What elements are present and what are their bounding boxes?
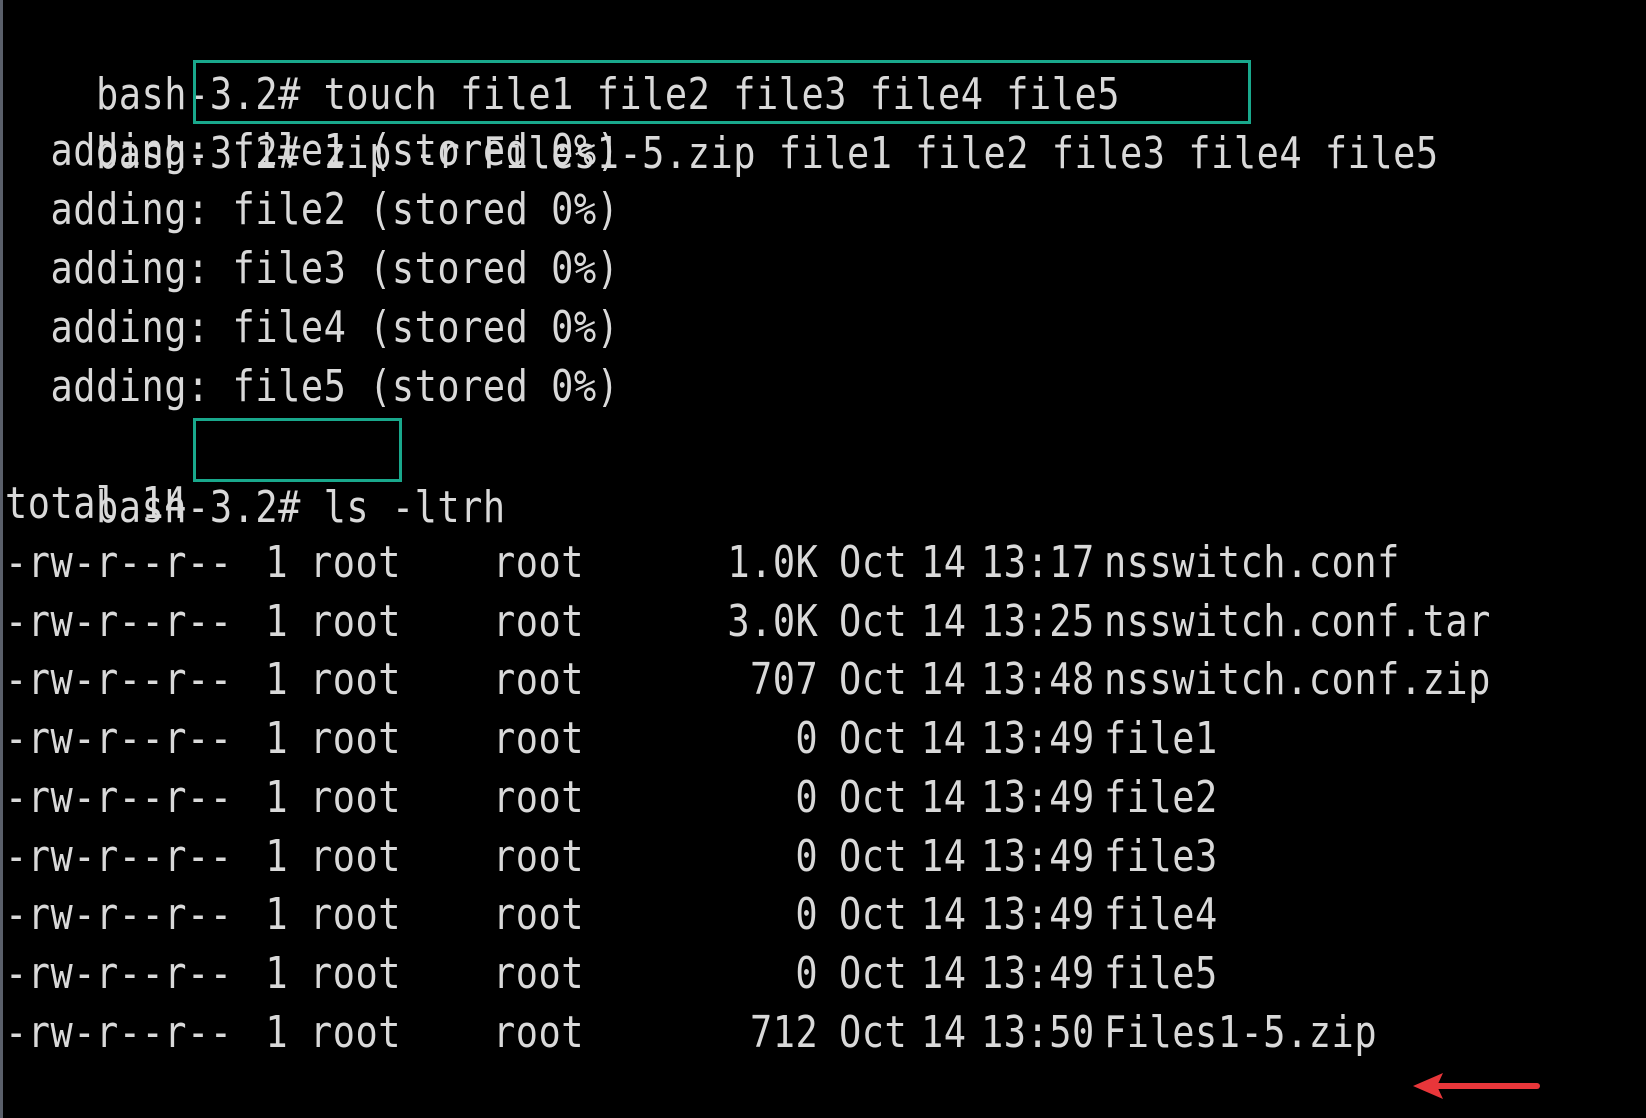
listing-links: 1 — [265, 595, 288, 647]
listing-time: 13:48 — [981, 654, 1095, 706]
listing-owner: root — [310, 830, 402, 882]
listing-owner: root — [310, 654, 402, 706]
zip-output-line: adding: file5 (stored 0%) — [5, 361, 620, 412]
listing-links: 1 — [265, 713, 288, 765]
terminal-window[interactable]: bash-3.2# touch file1 file2 file3 file4 … — [0, 0, 1646, 1118]
listing-day: 14 — [921, 595, 967, 647]
listing-group: root — [493, 713, 585, 765]
listing-perms: -rw-r--r-- — [5, 1006, 233, 1058]
listing-month: Oct — [839, 595, 908, 647]
zip-output-line: adding: file2 (stored 0%) — [5, 184, 620, 235]
listing-perms: -rw-r--r-- — [5, 595, 233, 647]
listing-month: Oct — [839, 713, 908, 765]
listing-owner: root — [310, 889, 402, 941]
listing-name: file4 — [1104, 889, 1218, 941]
listing-month: Oct — [839, 947, 908, 999]
listing-time: 13:49 — [981, 830, 1095, 882]
listing-links: 1 — [265, 771, 288, 823]
listing-owner: root — [310, 1006, 402, 1058]
zip-output-line: adding: file3 (stored 0%) — [5, 243, 620, 294]
listing-day: 14 — [921, 771, 967, 823]
listing-size: 3.0K — [726, 595, 818, 647]
listing-name: Files1-5.zip — [1104, 1006, 1378, 1058]
listing-month: Oct — [839, 830, 908, 882]
listing-time: 13:49 — [981, 889, 1095, 941]
listing-time: 13:25 — [981, 595, 1095, 647]
listing-size: 0 — [795, 771, 818, 823]
listing-day: 14 — [921, 654, 967, 706]
listing-day: 14 — [921, 537, 967, 588]
listing-owner: root — [310, 595, 402, 647]
listing-perms: -rw-r--r-- — [5, 713, 233, 765]
listing-links: 1 — [265, 889, 288, 941]
listing-perms: -rw-r--r-- — [5, 947, 233, 999]
listing-month: Oct — [839, 1006, 908, 1058]
listing-month: Oct — [839, 537, 908, 588]
listing-group: root — [493, 1006, 585, 1058]
command-line-touch: bash-3.2# touch file1 file2 file3 file4 … — [5, 2, 1120, 120]
listing-perms: -rw-r--r-- — [5, 830, 233, 882]
zip-output-line: adding: file1 (stored 0%) — [5, 125, 620, 176]
listing-time: 13:49 — [981, 947, 1095, 999]
left-arrow-icon — [1413, 1073, 1540, 1099]
listing-size: 0 — [795, 830, 818, 882]
listing-day: 14 — [921, 713, 967, 765]
listing-group: root — [493, 654, 585, 706]
listing-group: root — [493, 889, 585, 941]
listing-size: 0 — [795, 947, 818, 999]
listing-time: 13:50 — [981, 1006, 1095, 1058]
listing-links: 1 — [265, 537, 288, 588]
listing-owner: root — [310, 947, 402, 999]
listing-links: 1 — [265, 830, 288, 882]
listing-size: 1.0K — [726, 537, 818, 588]
command-text: ls -ltrh — [300, 482, 506, 533]
listing-name: file1 — [1104, 713, 1218, 765]
listing-owner: root — [310, 713, 402, 765]
command-line-ls: bash-3.2# ls -ltrh — [5, 415, 506, 533]
listing-owner: root — [310, 771, 402, 823]
listing-links: 1 — [265, 1006, 288, 1058]
listing-perms: -rw-r--r-- — [5, 771, 233, 823]
listing-name: file3 — [1104, 830, 1218, 882]
listing-time: 13:17 — [981, 537, 1095, 588]
listing-group: root — [493, 947, 585, 999]
listing-month: Oct — [839, 771, 908, 823]
listing-time: 13:49 — [981, 713, 1095, 765]
listing-month: Oct — [839, 889, 908, 941]
listing-size: 712 — [749, 1006, 818, 1058]
listing-size: 0 — [795, 713, 818, 765]
listing-links: 1 — [265, 654, 288, 706]
listing-name: file5 — [1104, 947, 1218, 999]
listing-owner: root — [310, 537, 402, 588]
listing-total: total 14 — [5, 478, 188, 529]
listing-day: 14 — [921, 830, 967, 882]
listing-name: nsswitch.conf.zip — [1104, 654, 1491, 706]
listing-month: Oct — [839, 654, 908, 706]
listing-perms: -rw-r--r-- — [5, 537, 233, 588]
listing-group: root — [493, 771, 585, 823]
listing-name: nsswitch.conf — [1104, 537, 1400, 588]
listing-day: 14 — [921, 889, 967, 941]
listing-links: 1 — [265, 947, 288, 999]
command-line-zip: bash-3.2# zip -r Files1-5.zip file1 file… — [5, 61, 1439, 179]
listing-group: root — [493, 537, 585, 588]
listing-size: 707 — [749, 654, 818, 706]
listing-day: 14 — [921, 1006, 967, 1058]
listing-perms: -rw-r--r-- — [5, 889, 233, 941]
listing-perms: -rw-r--r-- — [5, 654, 233, 706]
listing-name: file2 — [1104, 771, 1218, 823]
listing-name: nsswitch.conf.tar — [1104, 595, 1491, 647]
zip-output-line: adding: file4 (stored 0%) — [5, 302, 620, 353]
listing-group: root — [493, 595, 585, 647]
listing-day: 14 — [921, 947, 967, 999]
listing-group: root — [493, 830, 585, 882]
listing-size: 0 — [795, 889, 818, 941]
listing-time: 13:49 — [981, 771, 1095, 823]
